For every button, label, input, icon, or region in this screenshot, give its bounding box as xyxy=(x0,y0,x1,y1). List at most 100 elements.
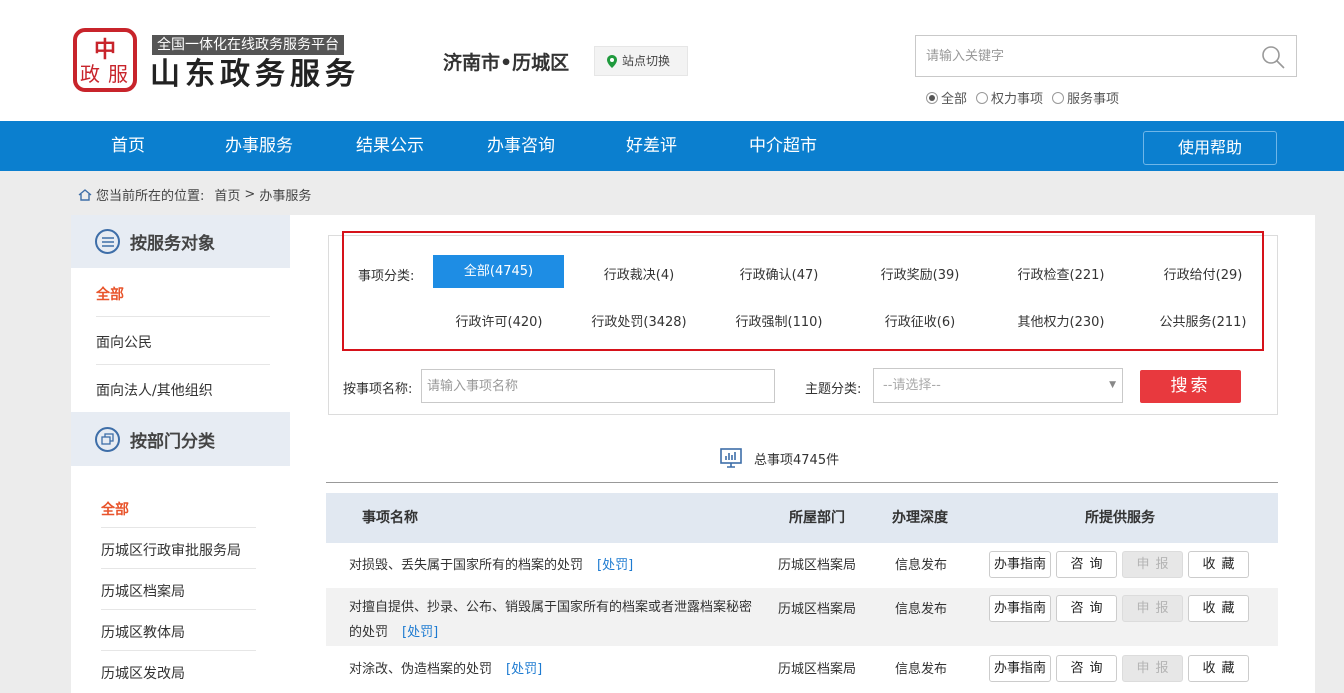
favorite-button[interactable]: 收藏 xyxy=(1188,595,1249,622)
nav-item-results[interactable]: 结果公示 xyxy=(356,121,424,171)
nav-item-consult[interactable]: 办事咨询 xyxy=(487,121,555,171)
sidebar-divider xyxy=(96,364,270,365)
breadcrumb-prefix: 您当前所在的位置: xyxy=(96,189,205,204)
header: 中 政 服 全国一体化在线政务服务平台 山东政务服务 济南市•历城区 站点切换 … xyxy=(0,0,1344,121)
item-dept: 历城区档案局 xyxy=(778,662,857,677)
item-name[interactable]: 对擅自提供、抄录、公布、销毁属于国家所有的档案或者泄露档案秘密的处罚 [处罚] xyxy=(349,595,759,645)
svg-text:政: 政 xyxy=(80,62,100,86)
item-depth: 信息发布 xyxy=(895,602,948,617)
help-button[interactable]: 使用帮助 xyxy=(1143,131,1277,165)
sidebar-item-dept-approval[interactable]: 历城区行政审批服务局 xyxy=(101,540,275,560)
total-count: 总事项4745件 xyxy=(754,452,840,468)
sidebar-divider xyxy=(96,316,270,317)
theme-select[interactable]: --请选择-- ▼ xyxy=(873,368,1123,403)
favorite-button[interactable]: 收藏 xyxy=(1188,655,1249,682)
sidebar-divider xyxy=(101,650,256,651)
main-content: 事项分类: 全部(4745) 行政裁决(4) 行政确认(47) 行政奖励(39)… xyxy=(290,215,1315,693)
consult-button[interactable]: 咨询 xyxy=(1056,551,1117,578)
highlight-frame xyxy=(342,231,1264,351)
radio-all[interactable] xyxy=(926,91,938,104)
breadcrumb-home[interactable]: 首页 xyxy=(214,185,240,204)
item-tag[interactable]: [处罚] xyxy=(597,558,633,573)
service-buttons: 办事指南 咨询 申报 收藏 xyxy=(989,595,1249,622)
monitor-chart-icon xyxy=(720,448,742,468)
apply-button: 申报 xyxy=(1122,655,1183,682)
list-icon xyxy=(95,229,120,254)
copy-icon xyxy=(95,426,120,452)
guide-button[interactable]: 办事指南 xyxy=(989,595,1051,622)
sidebar-item-dept-archives[interactable]: 历城区档案局 xyxy=(101,581,275,601)
column-services: 所提供服务 xyxy=(1085,510,1155,526)
sidebar-item-legal-persons[interactable]: 面向法人/其他组织 xyxy=(96,380,270,400)
location-pin-icon xyxy=(607,55,617,68)
svg-text:中: 中 xyxy=(94,37,116,63)
dropdown-arrow-icon: ▼ xyxy=(1109,380,1116,390)
table-row: 对损毁、丢失属于国家所有的档案的处罚 [处罚] 历城区档案局 信息发布 办事指南 … xyxy=(326,543,1278,588)
radio-service[interactable] xyxy=(1052,91,1065,104)
theme-select-value: --请选择-- xyxy=(883,378,941,393)
breadcrumb-current: 办事服务 xyxy=(259,189,312,204)
column-dept: 所屋部门 xyxy=(789,510,845,526)
sidebar-item-target-all[interactable]: 全部 xyxy=(96,284,270,304)
guide-button[interactable]: 办事指南 xyxy=(989,655,1051,682)
item-depth: 信息发布 xyxy=(895,662,948,677)
search-scope-radios: 全部 权力事项 服务事项 xyxy=(926,88,1119,107)
search-box xyxy=(915,35,1297,77)
region-label: 济南市•历城区 xyxy=(443,52,570,74)
item-tag[interactable]: [处罚] xyxy=(506,662,542,677)
search-icon[interactable] xyxy=(1260,44,1286,70)
total-summary: 总事项4745件 xyxy=(720,448,839,468)
consult-button[interactable]: 咨询 xyxy=(1056,595,1117,622)
sidebar-divider xyxy=(101,609,256,610)
item-name[interactable]: 对涂改、伪造档案的处罚 [处罚] xyxy=(349,657,759,682)
logo-tagline: 全国一体化在线政务服务平台 xyxy=(152,35,344,55)
item-name-input[interactable] xyxy=(421,369,775,403)
table-row: 对擅自提供、抄录、公布、销毁属于国家所有的档案或者泄露档案秘密的处罚 [处罚] 历… xyxy=(326,588,1278,646)
name-filter-label: 按事项名称: xyxy=(343,382,413,397)
home-icon xyxy=(78,188,92,201)
guide-button[interactable]: 办事指南 xyxy=(989,551,1051,578)
sidebar-item-dept-development[interactable]: 历城区发改局 xyxy=(101,663,275,683)
logo-title: 山东政务服务 xyxy=(150,57,360,92)
consult-button[interactable]: 咨询 xyxy=(1056,655,1117,682)
site-switch-button[interactable]: 站点切换 xyxy=(594,46,688,76)
search-input[interactable] xyxy=(916,36,1246,76)
radio-power[interactable] xyxy=(976,91,989,104)
nav-item-rating[interactable]: 好差评 xyxy=(626,121,677,171)
scope-option-all[interactable]: 全部 xyxy=(926,88,967,107)
sidebar-item-dept-all[interactable]: 全部 xyxy=(101,499,275,519)
site-switch-label: 站点切换 xyxy=(622,54,671,68)
scope-option-power[interactable]: 权力事项 xyxy=(976,88,1043,107)
theme-filter-label: 主题分类: xyxy=(805,382,862,397)
sidebar-item-dept-education[interactable]: 历城区教体局 xyxy=(101,622,275,642)
divider xyxy=(326,482,1278,483)
sidebar-item-citizens[interactable]: 面向公民 xyxy=(96,332,270,352)
item-depth: 信息发布 xyxy=(895,558,948,573)
item-name[interactable]: 对损毁、丢失属于国家所有的档案的处罚 [处罚] xyxy=(349,553,759,578)
nav-item-agency-market[interactable]: 中介超市 xyxy=(749,121,817,171)
shandong-seal-logo: 中 政 服 xyxy=(73,28,137,92)
item-dept: 历城区档案局 xyxy=(778,602,857,617)
sidebar-divider xyxy=(101,527,256,528)
sidebar-divider xyxy=(101,568,256,569)
apply-button: 申报 xyxy=(1122,551,1183,578)
apply-button: 申报 xyxy=(1122,595,1183,622)
nav-item-services[interactable]: 办事服务 xyxy=(225,121,293,171)
column-name: 事项名称 xyxy=(362,510,418,526)
sidebar: 按服务对象 全部 面向公民 面向法人/其他组织 按部门分类 全部 历城区行政审批… xyxy=(71,215,290,693)
favorite-button[interactable]: 收藏 xyxy=(1188,551,1249,578)
nav-item-home[interactable]: 首页 xyxy=(111,121,145,171)
item-dept: 历城区档案局 xyxy=(778,558,857,573)
sidebar-head-by-department: 按部门分类 xyxy=(71,412,290,466)
svg-text:服: 服 xyxy=(108,62,128,86)
table-row: 对涂改、伪造档案的处罚 [处罚] 历城区档案局 信息发布 办事指南 咨询 申报 收… xyxy=(326,646,1278,691)
column-depth: 办理深度 xyxy=(892,510,948,526)
item-tag[interactable]: [处罚] xyxy=(402,625,438,640)
breadcrumb-separator: > xyxy=(244,187,256,202)
main-nav: 首页 办事服务 结果公示 办事咨询 好差评 中介超市 使用帮助 xyxy=(0,121,1344,171)
table-header: 事项名称 所屋部门 办理深度 所提供服务 xyxy=(326,493,1278,543)
search-button[interactable]: 搜索 xyxy=(1140,370,1241,403)
breadcrumb: 您当前所在的位置: 首页 > 办事服务 xyxy=(78,185,311,204)
scope-option-service[interactable]: 服务事项 xyxy=(1052,88,1119,107)
service-buttons: 办事指南 咨询 申报 收藏 xyxy=(989,655,1249,682)
